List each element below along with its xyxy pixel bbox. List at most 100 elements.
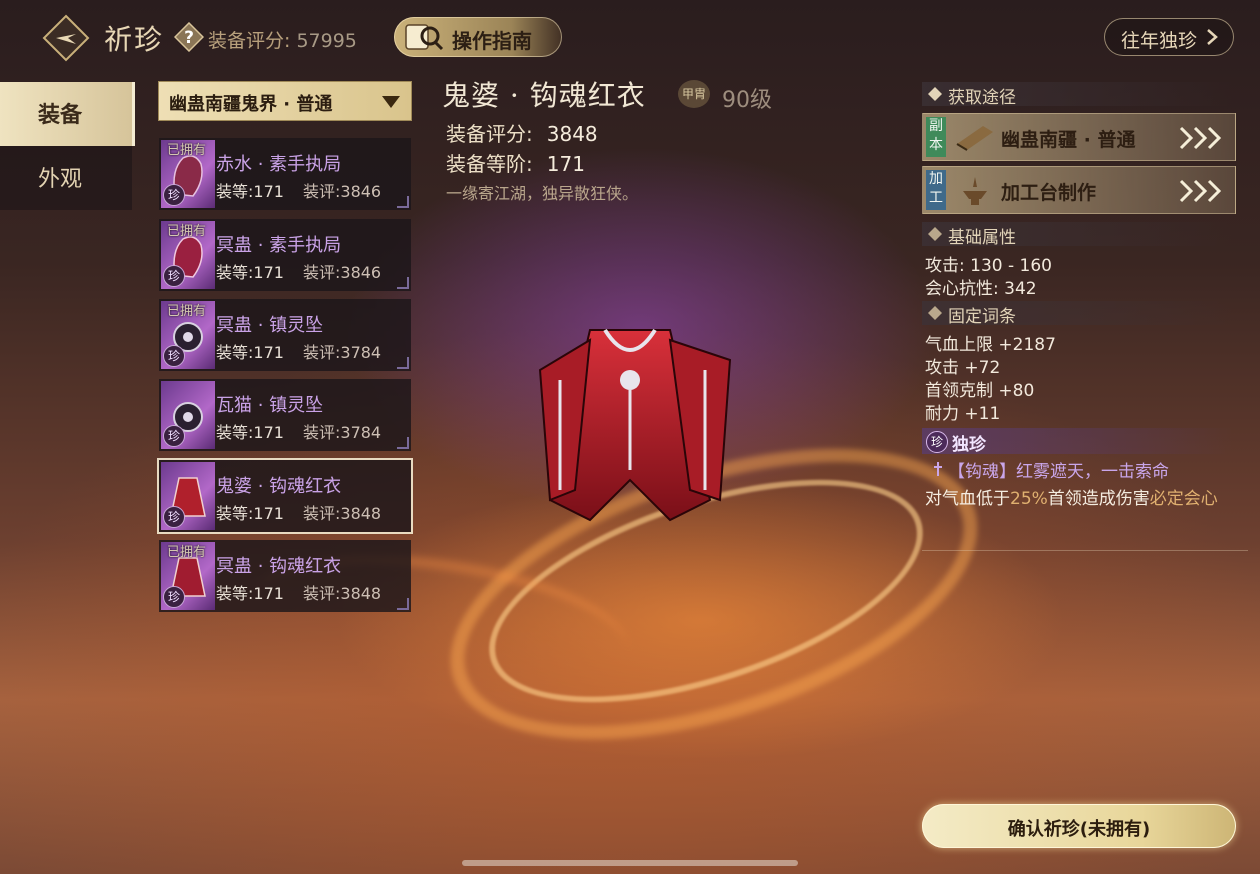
robe-model-image (538, 328, 732, 522)
corner-decoration (397, 437, 409, 449)
confirm-label: 确认祈珍(未拥有) (1007, 819, 1151, 840)
diamond-icon (928, 227, 942, 241)
sword-icon (934, 462, 942, 476)
unique-title: 独珍 (952, 435, 986, 455)
back-arrow-icon (42, 14, 90, 62)
desc-highlight: 必定会心 (1149, 489, 1218, 509)
item-title: 鬼婆 · 钩魂红衣 (442, 79, 646, 112)
dungeon-dropdown[interactable]: 幽蛊南疆鬼界 · 普通 (158, 81, 412, 121)
item-score: 装评:3846 (303, 263, 382, 282)
unique-skill-name: 【钩魂】红雾遮天，一击索命 (932, 457, 1169, 482)
owned-badge: 已拥有 (167, 143, 207, 158)
unique-rarity-badge: 珍 (926, 431, 948, 453)
item-level: 装等:171 (216, 504, 284, 523)
past-unique-label: 往年独珍 (1121, 30, 1198, 52)
item-score: 装评:3848 (303, 504, 382, 523)
svg-text:?: ? (184, 28, 194, 48)
detail-score: 装备评分: 3848 (446, 118, 598, 147)
confirm-pray-button[interactable]: 确认祈珍(未拥有) (922, 804, 1236, 848)
tab-equipment-label: 装备 (38, 103, 83, 128)
equipment-list-item-selected[interactable]: 珍 鬼婆 · 钩魂红衣 装等:171 装评:3848 (157, 458, 413, 534)
source-title: 获取途径 (948, 88, 1016, 108)
total-score-label: 装备评分: (208, 30, 291, 52)
equipment-list-item[interactable]: 珍 瓦猫 · 镇灵坠 装等:171 装评:3784 (159, 379, 411, 451)
tab-equipment[interactable]: 装备 (0, 82, 135, 146)
item-name: 冥蛊 · 镇灵坠 (216, 315, 324, 336)
divider (922, 550, 1248, 551)
guide-label: 操作指南 (452, 29, 532, 53)
total-score-value: 57995 (296, 30, 357, 52)
detail-tier: 装备等阶: 171 (446, 148, 585, 177)
dropdown-selected: 幽蛊南疆鬼界 · 普通 (169, 94, 333, 115)
diamond-icon (928, 306, 942, 320)
item-required-level: 90级 (722, 88, 772, 113)
corner-decoration (397, 598, 409, 610)
past-unique-button[interactable]: 往年独珍 (1104, 18, 1234, 56)
item-level: 装等:171 (216, 263, 284, 282)
item-name: 鬼婆 · 钩魂红衣 (216, 476, 342, 497)
fixed-attr-boss: 首领克制 +80 (925, 381, 1035, 401)
fixed-attr-stamina: 耐力 +11 (925, 404, 1001, 424)
base-attrs-title: 基础属性 (948, 228, 1016, 248)
equipment-list-item[interactable]: 已拥有 珍 冥蛊 · 镇灵坠 装等:171 装评:3784 (159, 299, 411, 371)
base-attr-crit-resist: 会心抗性: 342 (925, 279, 1037, 299)
flavor-text: 一缘寄江湖，独异散狂侠。 (446, 184, 639, 203)
rarity-badge: 珍 (163, 265, 185, 287)
owned-badge: 已拥有 (167, 224, 207, 239)
corner-decoration (397, 357, 409, 369)
scroll-icon (956, 126, 993, 151)
total-score: 装备评分: 57995 (208, 26, 357, 53)
tab-appearance[interactable]: 外观 (0, 146, 132, 210)
source-craft-label: 加工台制作 (1001, 182, 1097, 204)
item-name: 瓦猫 · 镇灵坠 (216, 395, 324, 416)
unique-section-header: 珍 独珍 (922, 428, 1232, 455)
scroll-search-icon (405, 24, 444, 51)
base-attrs-header: 基础属性 (922, 222, 1232, 248)
rarity-badge: 珍 (163, 184, 185, 206)
owned-badge: 已拥有 (167, 545, 207, 560)
corner-decoration (397, 196, 409, 208)
rarity-badge: 珍 (163, 345, 185, 367)
item-level: 装等:171 (216, 584, 284, 603)
item-score: 装评:3784 (303, 343, 382, 362)
base-attr-attack: 攻击: 130 - 160 (925, 256, 1052, 276)
unique-skill-desc: 对气血低于25%首领造成伤害必定会心 (925, 486, 1237, 512)
item-name: 赤水 · 素手执局 (216, 154, 342, 175)
help-icon[interactable]: ? (173, 21, 205, 53)
source-section-header: 获取途径 (922, 82, 1232, 108)
source-dungeon-label: 幽蛊南疆 · 普通 (1001, 129, 1136, 151)
rarity-badge: 珍 (163, 506, 185, 528)
caret-down-icon (382, 96, 400, 108)
guide-button[interactable]: 操作指南 (394, 17, 562, 57)
equipment-list-item[interactable]: 已拥有 珍 冥蛊 · 钩魂红衣 装等:171 装评:3848 (159, 540, 411, 612)
item-score: 装评:3784 (303, 423, 382, 442)
equipment-list-item[interactable]: 已拥有 珍 赤水 · 素手执局 装等:171 装评:3846 (159, 138, 411, 210)
item-name: 冥蛊 · 钩魂红衣 (216, 556, 342, 577)
desc-part: 首领造成伤害 (1047, 489, 1150, 509)
corner-decoration (397, 277, 409, 289)
double-chevron-right-icon (1179, 126, 1221, 150)
source-tag-dungeon: 副本 (926, 117, 946, 157)
item-level: 装等:171 (216, 182, 284, 201)
fixed-attr-hp: 气血上限 +2187 (925, 335, 1056, 355)
back-button[interactable] (42, 14, 90, 62)
detail-tier-value: 171 (546, 152, 585, 176)
detail-score-label: 装备评分: (446, 122, 533, 146)
source-craft-row[interactable]: 加工 加工台制作 (922, 166, 1236, 214)
detail-score-value: 3848 (546, 122, 598, 146)
desc-part: 对气血低于 (925, 489, 1010, 509)
source-dungeon-row[interactable]: 副本 幽蛊南疆 · 普通 (922, 113, 1236, 161)
tab-appearance-label: 外观 (38, 167, 83, 192)
page-title: 祈珍 (104, 23, 165, 56)
fixed-attr-attack: 攻击 +72 (925, 358, 1001, 378)
item-score: 装评:3848 (303, 584, 382, 603)
item-name: 冥蛊 · 素手执局 (216, 235, 342, 256)
equipment-list-item[interactable]: 已拥有 珍 冥蛊 · 素手执局 装等:171 装评:3846 (159, 219, 411, 291)
diamond-icon (928, 87, 942, 101)
rarity-badge: 珍 (163, 425, 185, 447)
rarity-badge: 珍 (163, 586, 185, 608)
home-indicator[interactable] (462, 860, 798, 866)
chevron-right-icon (1207, 29, 1218, 45)
fixed-attrs-title: 固定词条 (948, 307, 1016, 327)
owned-badge: 已拥有 (167, 304, 207, 319)
